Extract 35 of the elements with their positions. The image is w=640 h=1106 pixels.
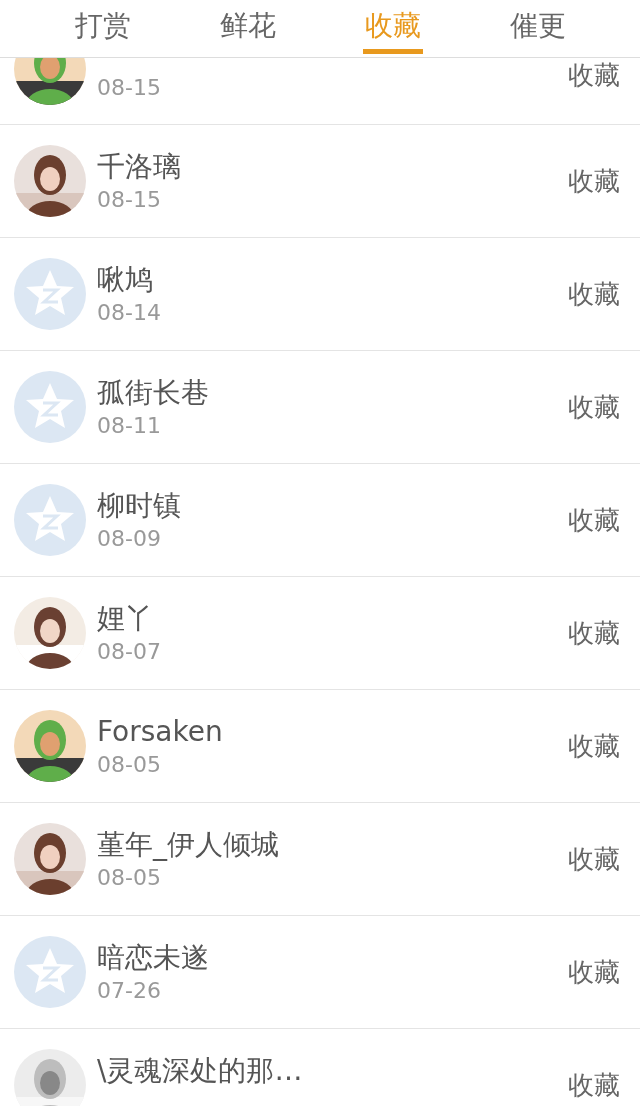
user-name: 娌丫 (97, 601, 154, 637)
date-text: 08-15 (97, 74, 162, 102)
action-label: 收藏 (568, 503, 620, 537)
default-avatar-icon (14, 258, 86, 330)
action-label: 收藏 (568, 1068, 620, 1102)
user-name: 柳时镇 (97, 488, 182, 524)
date-text: 08-11 (97, 412, 162, 440)
user-name: 暗恋未遂 (97, 940, 210, 976)
date-text: 08-05 (97, 751, 162, 779)
date-text: 08-07 (97, 638, 162, 666)
user-name: 堇年_伊人倾城 (97, 827, 280, 863)
user-name: 千洛璃 (97, 149, 182, 185)
tab[interactable]: 鲜花 (217, 0, 278, 54)
action-label: 收藏 (568, 277, 620, 311)
user-name: 啾鸠 (97, 262, 154, 298)
action-label: 收藏 (568, 390, 620, 424)
user-name: Forsaken (97, 714, 224, 750)
default-avatar-icon (14, 484, 86, 556)
action-label: 收藏 (568, 955, 620, 989)
default-avatar-icon (14, 371, 86, 443)
date-text: 08-14 (97, 299, 162, 327)
action-label: 收藏 (568, 164, 620, 198)
tab[interactable]: 催更 (507, 0, 568, 54)
tab[interactable]: 打赏 (72, 0, 133, 54)
date-text: 08-09 (97, 525, 162, 553)
date-text: 08-05 (97, 864, 162, 892)
date-text: 07-26 (97, 977, 162, 1005)
action-label: 收藏 (568, 59, 620, 92)
default-avatar-icon (14, 936, 86, 1008)
user-name: \灵魂深处的那… (97, 1053, 304, 1089)
action-label: 收藏 (568, 842, 620, 876)
date-text: 08-15 (97, 186, 162, 214)
action-label: 收藏 (568, 616, 620, 650)
user-name: 孤街长巷 (97, 375, 210, 411)
action-label: 收藏 (568, 729, 620, 763)
